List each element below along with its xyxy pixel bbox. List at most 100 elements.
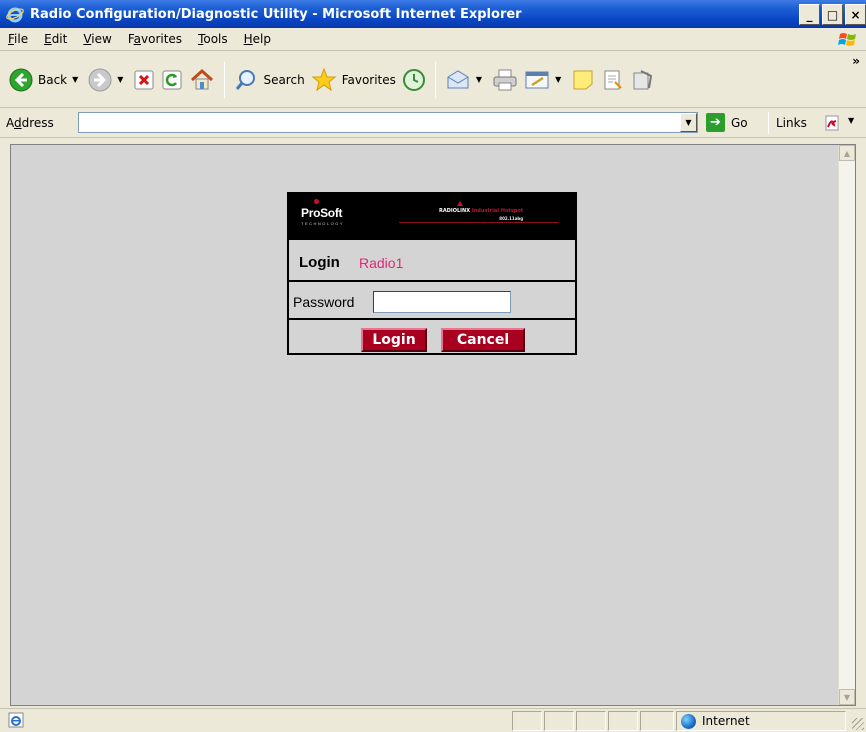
status-pane xyxy=(512,711,542,731)
go-label: Go xyxy=(731,115,748,130)
forward-dropdown-icon[interactable]: ▼ xyxy=(117,75,123,84)
radiolinx-logo-mark xyxy=(457,201,463,206)
research-icon xyxy=(604,70,622,89)
search-button[interactable]: Search xyxy=(231,61,307,99)
favorites-button[interactable]: Favorites xyxy=(308,61,399,99)
close-button[interactable]: × xyxy=(845,4,866,25)
menu-edit[interactable]: Edit xyxy=(36,32,75,46)
arrow-up-icon: ▲ xyxy=(843,148,851,158)
ie-logo-icon xyxy=(6,7,24,23)
zone-label: Internet xyxy=(702,714,750,728)
back-label: Back xyxy=(38,72,68,87)
menu-bar: File Edit View Favorites Tools Help xyxy=(0,28,866,51)
edit-page-icon xyxy=(525,71,549,88)
login-header-banner: ProSoft TECHNOLOGY RADIOLINX Industrial … xyxy=(289,194,575,238)
stop-button[interactable] xyxy=(130,61,158,99)
standard-toolbar: Back ▼ ▼ Search Favorites ▼ ▼ » xyxy=(0,52,866,108)
window-controls: _ □ × xyxy=(797,4,866,25)
close-icon: × xyxy=(850,7,861,22)
research-button[interactable] xyxy=(598,61,628,99)
radio-name: Radio1 xyxy=(359,255,404,271)
maximize-icon: □ xyxy=(826,7,839,22)
mail-icon xyxy=(447,69,469,88)
password-label: Password xyxy=(293,294,355,310)
mail-button[interactable]: ▼ xyxy=(442,61,489,99)
messenger-icon xyxy=(633,69,653,89)
password-input[interactable] xyxy=(373,291,511,313)
links-button[interactable]: Links xyxy=(776,116,807,130)
forward-button[interactable]: ▼ xyxy=(85,61,130,99)
search-icon xyxy=(236,69,256,90)
printer-icon xyxy=(493,69,517,90)
window-title: Radio Configuration/Diagnostic Utility -… xyxy=(30,6,522,22)
refresh-icon xyxy=(162,70,182,89)
security-zone[interactable]: Internet xyxy=(676,711,846,731)
status-pane xyxy=(576,711,606,731)
title-bar[interactable]: Radio Configuration/Diagnostic Utility -… xyxy=(0,0,866,28)
scroll-up-button[interactable]: ▲ xyxy=(839,145,855,161)
favorites-label: Favorites xyxy=(341,72,396,87)
address-dropdown-button[interactable]: ▼ xyxy=(680,113,697,132)
vertical-scrollbar[interactable]: ▲ ▼ xyxy=(838,145,855,705)
address-label: Address xyxy=(6,115,54,130)
mail-dropdown-icon[interactable]: ▼ xyxy=(476,75,482,84)
forward-arrow-icon xyxy=(88,68,112,91)
header-underline xyxy=(399,222,559,223)
chevron-down-icon: ▼ xyxy=(685,118,692,127)
messenger-button[interactable] xyxy=(628,61,658,99)
back-arrow-icon xyxy=(9,68,33,91)
refresh-button[interactable] xyxy=(158,61,186,99)
go-button[interactable]: ➔ Go xyxy=(706,113,748,132)
toolbar-overflow-chevron[interactable]: » xyxy=(852,54,860,68)
back-dropdown-icon[interactable]: ▼ xyxy=(72,75,78,84)
panel-divider xyxy=(289,318,575,320)
toolbar-separator xyxy=(434,61,436,98)
sticky-note-icon xyxy=(573,70,593,89)
internet-globe-icon xyxy=(681,713,696,729)
menu-help[interactable]: Help xyxy=(236,32,279,46)
minimize-icon: _ xyxy=(806,7,813,22)
links-separator xyxy=(768,112,769,134)
windows-flag-icon xyxy=(838,33,856,46)
edit-button[interactable]: ▼ xyxy=(521,61,568,99)
edit-dropdown-icon[interactable]: ▼ xyxy=(555,75,561,84)
radiolinx-logo: RADIOLINX Industrial Hotspot 802.11abg xyxy=(439,208,524,221)
print-button[interactable] xyxy=(489,61,521,99)
menu-tools[interactable]: Tools xyxy=(190,32,236,46)
menu-favorites[interactable]: Favorites xyxy=(120,32,190,46)
history-button[interactable] xyxy=(399,61,429,99)
page-ie-icon xyxy=(8,712,24,728)
history-icon xyxy=(402,68,425,91)
home-icon xyxy=(191,68,214,89)
discuss-button[interactable] xyxy=(568,61,598,99)
search-label: Search xyxy=(263,72,305,87)
cancel-button[interactable]: Cancel xyxy=(441,328,525,352)
status-bar: Internet xyxy=(0,708,866,732)
minimize-button[interactable]: _ xyxy=(799,4,820,25)
panel-divider xyxy=(289,280,575,282)
links-dropdown-icon[interactable]: ▼ xyxy=(848,116,854,125)
home-button[interactable] xyxy=(186,61,218,99)
back-button[interactable]: Back ▼ xyxy=(6,61,85,99)
prosoft-logo: ProSoft TECHNOLOGY xyxy=(301,206,345,226)
menu-view[interactable]: View xyxy=(75,32,119,46)
status-pane xyxy=(640,711,674,731)
prosoft-logo-dot xyxy=(314,199,319,204)
panel-divider xyxy=(289,238,575,240)
address-input[interactable] xyxy=(78,112,698,133)
menu-file[interactable]: File xyxy=(0,32,36,46)
status-pane xyxy=(608,711,638,731)
acrobat-icon[interactable] xyxy=(822,113,842,133)
scroll-down-button[interactable]: ▼ xyxy=(839,689,855,705)
toolbar-separator xyxy=(224,61,226,98)
page-content: ProSoft TECHNOLOGY RADIOLINX Industrial … xyxy=(10,144,856,706)
resize-grip[interactable] xyxy=(852,718,864,730)
favorites-star-icon xyxy=(311,67,337,91)
stop-icon xyxy=(134,70,154,89)
login-button[interactable]: Login xyxy=(361,328,427,352)
arrow-down-icon: ▼ xyxy=(843,692,851,702)
login-panel: ProSoft TECHNOLOGY RADIOLINX Industrial … xyxy=(287,192,577,355)
maximize-button[interactable]: □ xyxy=(822,4,843,25)
login-title: Login xyxy=(299,254,340,271)
address-bar: Address ▼ ➔ Go Links ▼ xyxy=(0,108,866,138)
